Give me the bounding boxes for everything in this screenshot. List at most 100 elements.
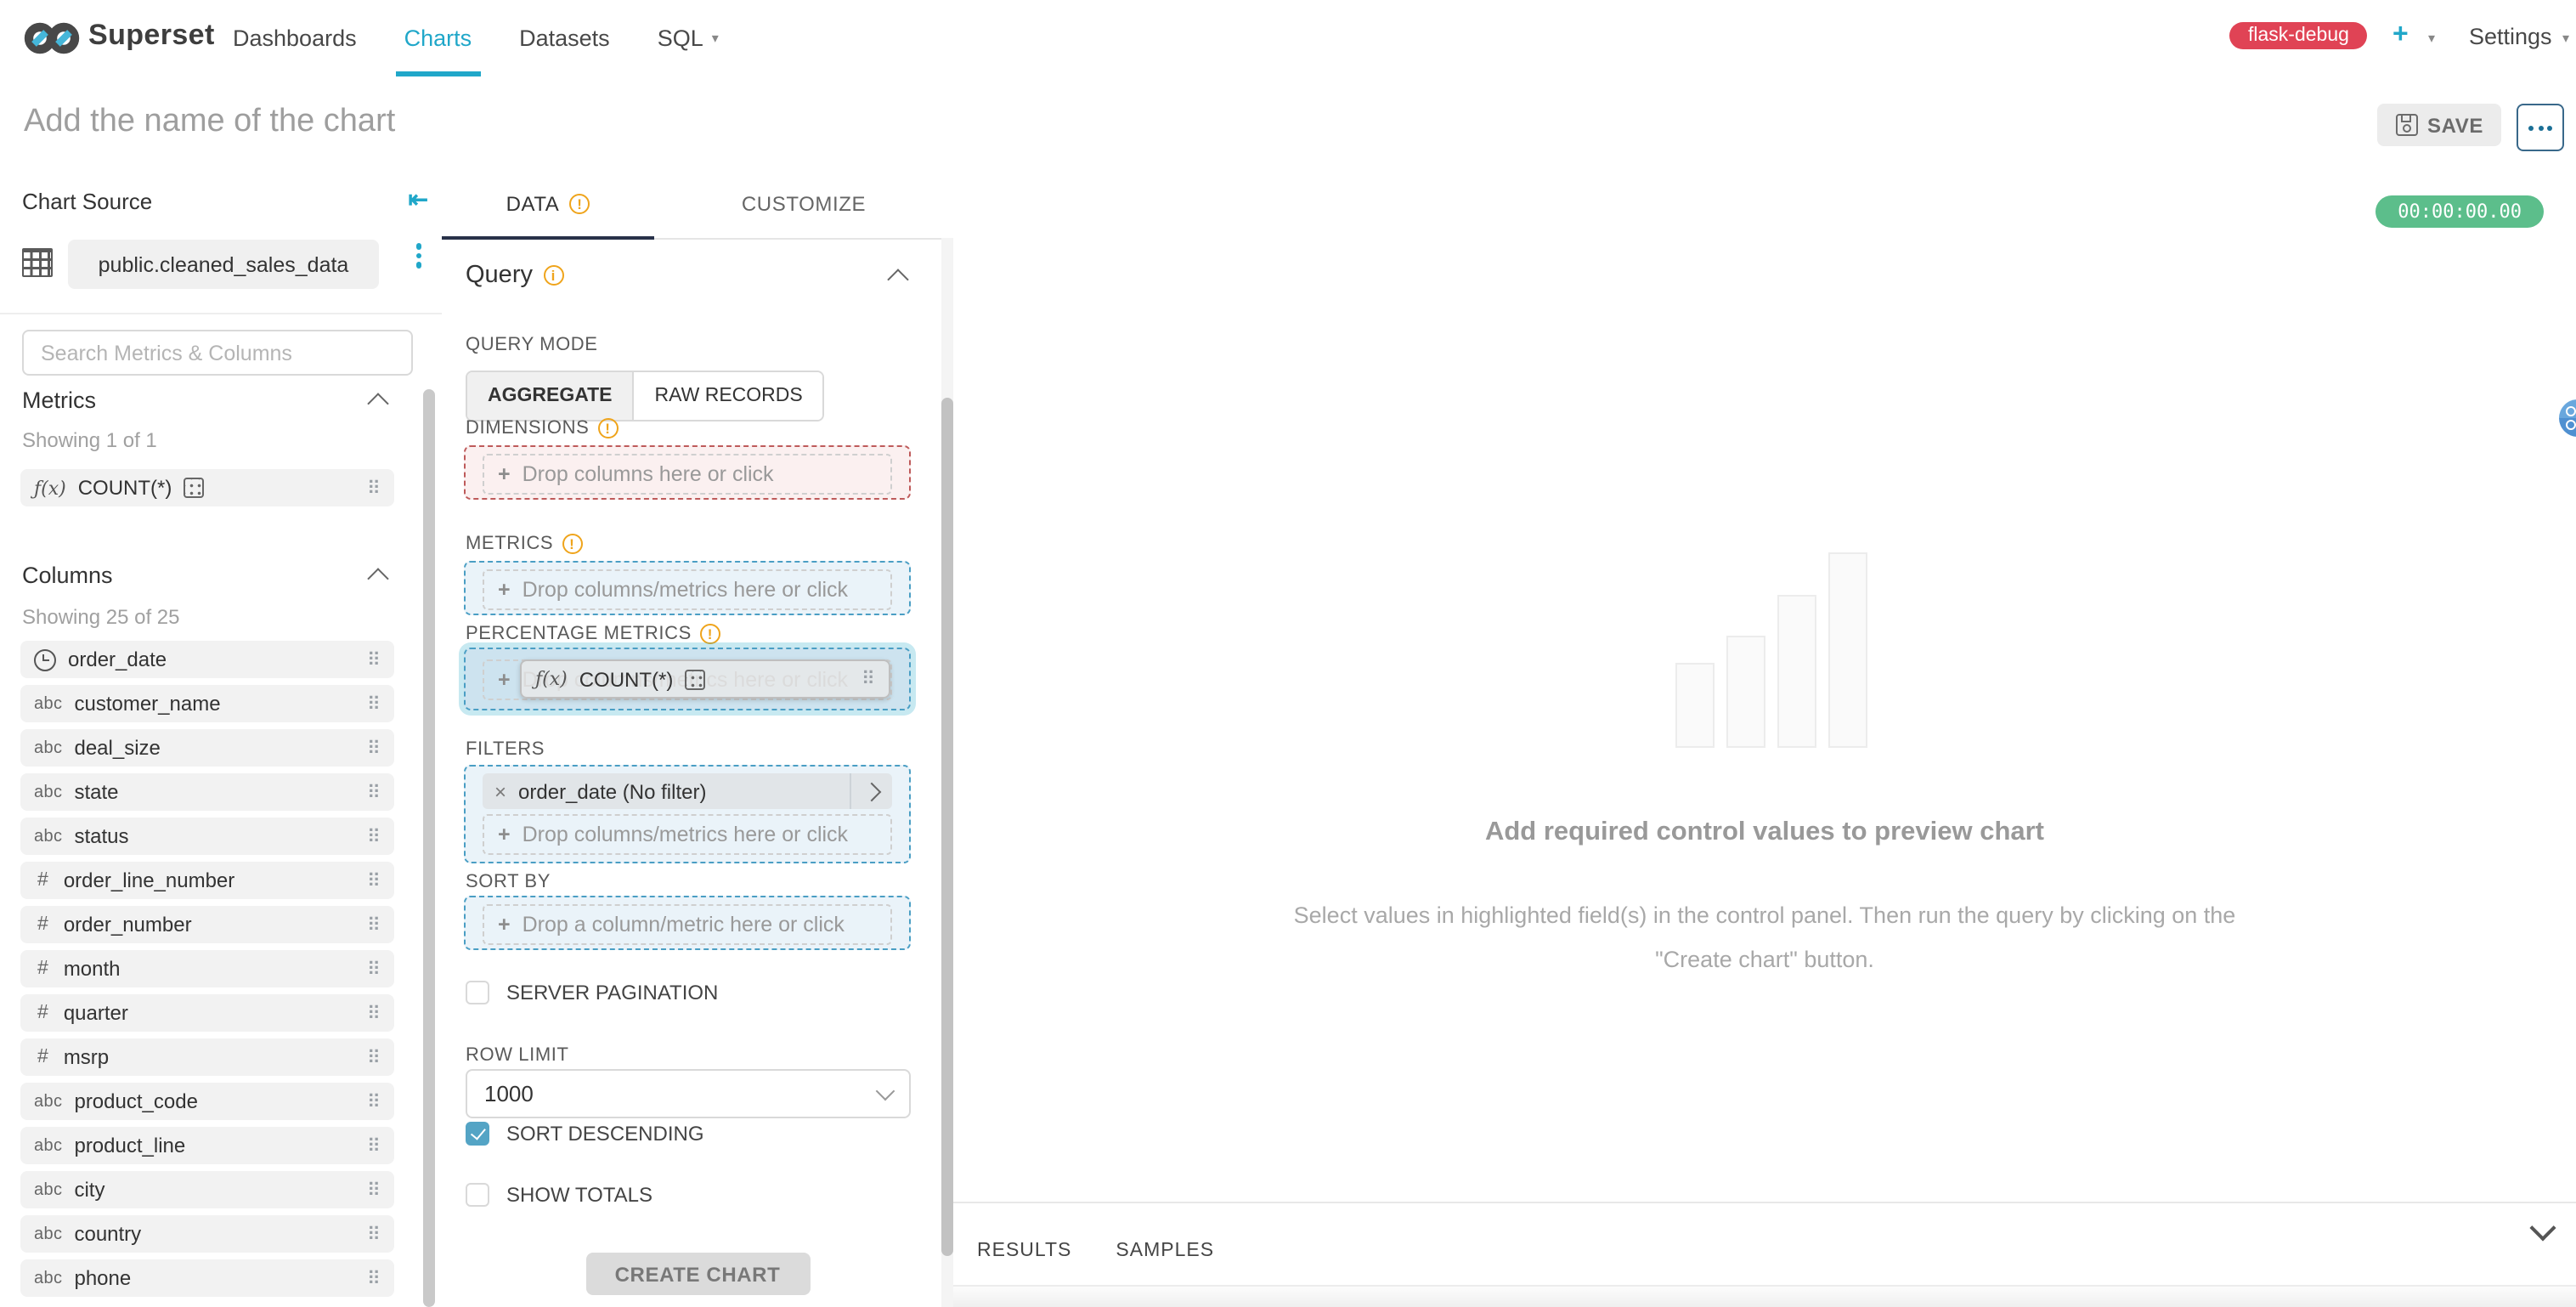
floating-widget-icon[interactable] — [2559, 399, 2576, 437]
filter-chip[interactable]: × order_date (No filter) — [483, 773, 892, 809]
results-collapse-icon[interactable] — [2529, 1214, 2556, 1242]
drag-handle-icon[interactable]: ⠿ — [367, 477, 381, 499]
query-section-header[interactable]: Query i — [466, 262, 563, 289]
nav-item-datasets[interactable]: Datasets — [519, 0, 610, 76]
abc-icon: abc — [34, 1269, 63, 1287]
sort-by-placeholder: Drop a column/metric here or click — [522, 913, 845, 936]
nav-item-charts[interactable]: Charts — [395, 0, 480, 76]
column-label: customer_name — [74, 692, 221, 716]
column-item-product_code[interactable]: abc product_code ⠿ — [20, 1083, 394, 1120]
drag-handle-icon[interactable]: ⠿ — [367, 1223, 381, 1245]
tab-samples[interactable]: SAMPLES — [1116, 1241, 1214, 1261]
placeholder-bar-icon — [1675, 663, 1715, 748]
column-item-order_date[interactable]: order_date ⠿ — [20, 641, 394, 678]
column-item-month[interactable]: # month ⠿ — [20, 950, 394, 987]
show-totals-checkbox[interactable] — [466, 1183, 489, 1207]
metrics-showing-count: Showing 1 of 1 — [22, 428, 157, 452]
metrics-dropzone[interactable]: + Drop columns/metrics here or click — [464, 561, 911, 615]
sort-by-dropzone[interactable]: + Drop a column/metric here or click — [464, 896, 911, 950]
mode-raw-records-button[interactable]: RAW RECORDS — [634, 372, 823, 420]
hash-icon: # — [37, 959, 48, 979]
drag-handle-icon[interactable]: ⠿ — [367, 1267, 381, 1289]
drag-handle-icon[interactable]: ⠿ — [367, 1090, 381, 1112]
row-limit-select[interactable]: 1000 — [466, 1069, 911, 1118]
nav-item-sql[interactable]: SQL ▾ — [658, 0, 719, 76]
drag-handle-icon[interactable]: ⠿ — [367, 1134, 381, 1157]
mode-aggregate-button[interactable]: AGGREGATE — [467, 372, 635, 420]
abc-icon: abc — [34, 1136, 63, 1155]
chart-title-input[interactable]: Add the name of the chart — [24, 104, 395, 141]
tab-data[interactable]: DATA ! — [442, 170, 654, 240]
drag-handle-icon[interactable]: ⠿ — [861, 668, 875, 690]
abc-icon: abc — [34, 738, 63, 757]
tab-customize[interactable]: CUSTOMIZE — [654, 170, 953, 238]
remove-filter-icon[interactable]: × — [483, 779, 518, 803]
abc-icon: abc — [34, 783, 63, 801]
metrics-collapse-icon[interactable] — [367, 393, 389, 415]
drag-handle-icon[interactable]: ⠿ — [367, 648, 381, 670]
calculator-icon — [685, 669, 706, 689]
new-item-caret-icon[interactable]: ▾ — [2428, 31, 2435, 46]
drag-handle-icon[interactable]: ⠿ — [367, 869, 381, 891]
filters-dropzone[interactable]: × order_date (No filter) + Drop columns/m… — [464, 765, 911, 863]
drag-handle-icon[interactable]: ⠿ — [367, 1002, 381, 1024]
superset-logo-icon[interactable] — [24, 20, 80, 65]
server-pagination-checkbox[interactable] — [466, 981, 489, 1004]
percentage-metrics-dropzone[interactable]: +Drop columns/metrics here or click ƒ(x)… — [464, 648, 911, 710]
tab-results[interactable]: RESULTS — [977, 1241, 1071, 1261]
column-item-status[interactable]: abc status ⠿ — [20, 818, 394, 855]
column-label: quarter — [63, 1001, 128, 1025]
dimensions-dropzone[interactable]: + Drop columns here or click — [464, 445, 911, 500]
abc-icon: abc — [34, 1180, 63, 1199]
drag-handle-icon[interactable]: ⠿ — [367, 914, 381, 936]
drag-handle-icon[interactable]: ⠿ — [367, 958, 381, 980]
warning-icon: ! — [562, 534, 583, 554]
control-panel-scrollbar[interactable] — [941, 398, 953, 1256]
search-input[interactable] — [37, 339, 398, 366]
query-collapse-icon[interactable] — [887, 269, 909, 291]
save-button-label: SAVE — [2427, 113, 2483, 137]
filter-expand-icon[interactable] — [850, 773, 892, 809]
control-tabs: DATA ! CUSTOMIZE — [442, 170, 953, 240]
tab-data-label: DATA — [506, 192, 560, 216]
brand-name[interactable]: Superset — [88, 19, 215, 53]
nav-item-dashboards[interactable]: Dashboards — [233, 0, 357, 76]
drag-handle-icon[interactable]: ⠿ — [367, 737, 381, 759]
settings-caret-icon[interactable]: ▾ — [2562, 31, 2569, 46]
dimensions-label: DIMENSIONS! — [466, 418, 619, 438]
columns-collapse-icon[interactable] — [367, 568, 389, 590]
column-item-deal_size[interactable]: abc deal_size ⠿ — [20, 729, 394, 767]
column-item-order_number[interactable]: # order_number ⠿ — [20, 906, 394, 943]
show-totals-row: SHOW TOTALS — [466, 1183, 652, 1207]
hash-icon: # — [37, 870, 48, 891]
drag-handle-icon[interactable]: ⠿ — [367, 1046, 381, 1068]
drag-handle-icon[interactable]: ⠿ — [367, 693, 381, 715]
drag-handle-icon[interactable]: ⠿ — [367, 781, 381, 803]
save-button[interactable]: SAVE — [2377, 104, 2501, 146]
more-actions-button[interactable] — [2517, 104, 2564, 151]
column-item-product_line[interactable]: abc product_line ⠿ — [20, 1127, 394, 1164]
column-item-msrp[interactable]: # msrp ⠿ — [20, 1038, 394, 1076]
column-item-quarter[interactable]: # quarter ⠿ — [20, 994, 394, 1032]
new-item-button[interactable]: + — [2392, 20, 2409, 51]
dataset-menu-icon[interactable] — [415, 243, 421, 268]
column-item-phone[interactable]: abc phone ⠿ — [20, 1259, 394, 1297]
left-panel-scrollbar[interactable] — [423, 389, 435, 1307]
drag-handle-icon[interactable]: ⠿ — [367, 1179, 381, 1201]
column-item-city[interactable]: abc city ⠿ — [20, 1171, 394, 1208]
metric-item[interactable]: ƒ(x) COUNT(*) ⠿ — [20, 469, 394, 506]
create-chart-button[interactable]: CREATE CHART — [585, 1253, 810, 1295]
column-item-order_line_number[interactable]: # order_line_number ⠿ — [20, 862, 394, 899]
column-item-state[interactable]: abc state ⠿ — [20, 773, 394, 811]
metric-label: COUNT(*) — [77, 476, 172, 500]
show-totals-label: SHOW TOTALS — [506, 1183, 653, 1207]
column-item-country[interactable]: abc country ⠿ — [20, 1215, 394, 1253]
sort-descending-checkbox[interactable] — [466, 1122, 489, 1146]
collapse-panel-icon[interactable]: ⇤ — [409, 185, 428, 214]
column-item-customer_name[interactable]: abc customer_name ⠿ — [20, 685, 394, 722]
placeholder-bar-icon — [1828, 552, 1867, 748]
drag-handle-icon[interactable]: ⠿ — [367, 825, 381, 847]
percentage-metric-chip[interactable]: ƒ(x) COUNT(*) ⠿ — [520, 659, 890, 699]
dataset-name[interactable]: public.cleaned_sales_data — [68, 240, 379, 289]
settings-menu[interactable]: Settings — [2469, 24, 2552, 49]
